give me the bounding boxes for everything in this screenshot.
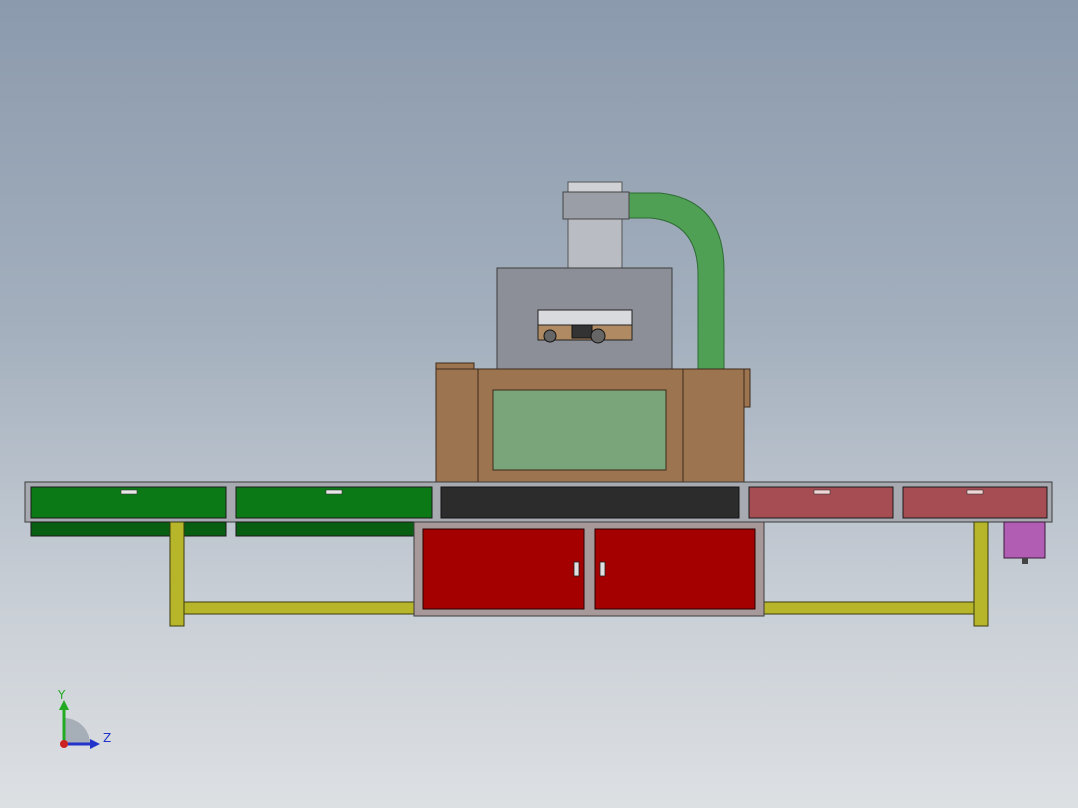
door-handle-left (573, 561, 580, 577)
leg-left (169, 521, 185, 627)
leg-bar-right (763, 601, 975, 615)
hood-block (571, 324, 593, 339)
triad-x-axis (60, 740, 68, 748)
cabinet-window (492, 389, 667, 471)
panel-green-lower-2 (235, 521, 417, 537)
red-door-left (422, 528, 585, 610)
panel-green-lower-1 (30, 521, 227, 537)
triad-quarter (64, 718, 90, 744)
triad-z-arrow (90, 739, 100, 749)
panel-green-2-handle (325, 489, 343, 495)
leg-right (973, 521, 989, 627)
triad-z-label: Z (103, 731, 112, 745)
cad-viewport[interactable]: Y Z (0, 0, 1078, 808)
panel-pink-2-handle (966, 489, 984, 495)
fan-housing (562, 191, 630, 220)
red-door-right (594, 528, 756, 610)
panel-dark (440, 486, 740, 519)
panel-green-1-handle (120, 489, 138, 495)
triad-y-label: Y (58, 688, 66, 702)
cabinet-side-tab (743, 368, 751, 408)
model-drawing[interactable] (0, 0, 1078, 808)
motor-shaft (1022, 558, 1028, 564)
coordinate-triad (59, 700, 100, 749)
fan-cylinder-top (567, 181, 623, 193)
motor (1003, 521, 1046, 559)
leg-bar-left (183, 601, 417, 615)
hood-roller-left (543, 329, 557, 343)
panel-pink-1-handle (813, 489, 831, 495)
hood-roller-right (590, 328, 606, 344)
door-handle-right (599, 561, 606, 577)
